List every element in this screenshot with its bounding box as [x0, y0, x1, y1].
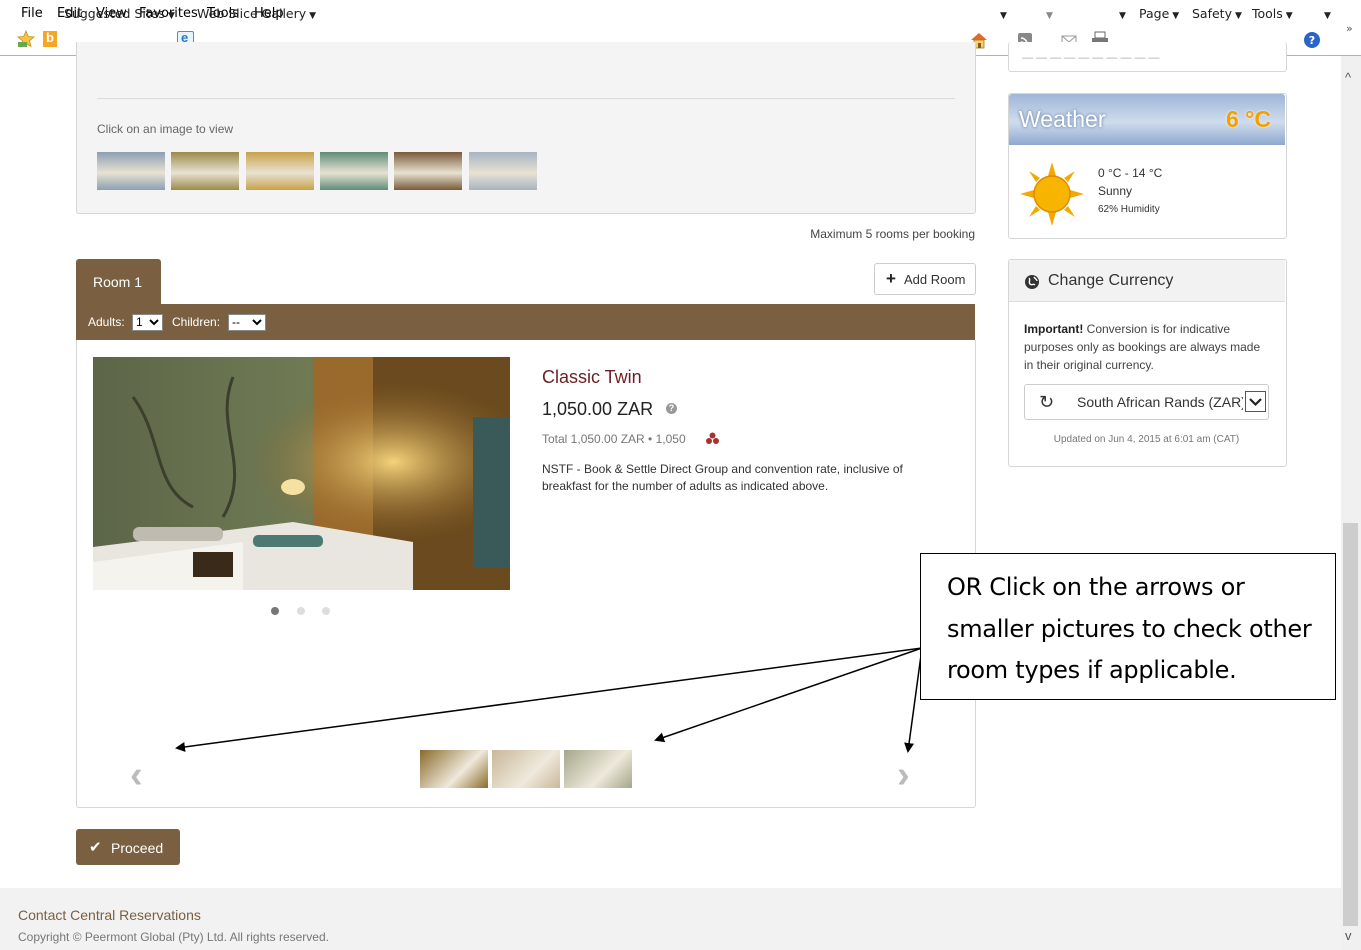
annotation-arrows: [175, 647, 923, 753]
callout-text: OR Click on the arrows or smaller pictur…: [947, 573, 1312, 684]
instruction-callout: OR Click on the arrows or smaller pictur…: [920, 553, 1336, 700]
arrow-to-thumbnails-icon: [654, 647, 923, 743]
arrow-to-prev-icon: [175, 647, 923, 752]
